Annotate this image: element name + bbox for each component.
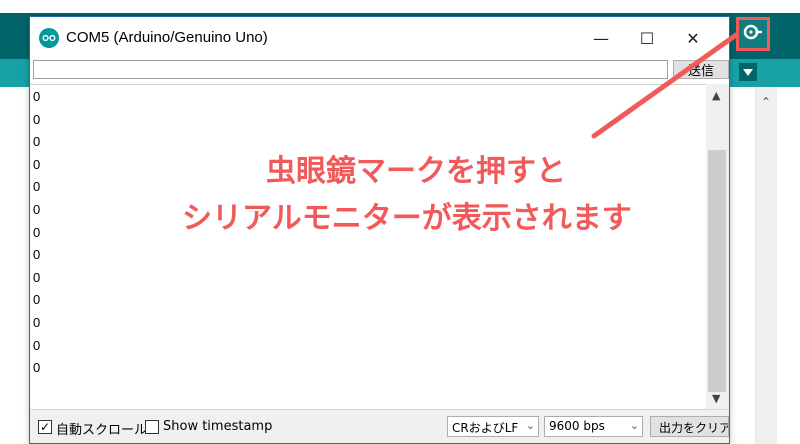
annotation-line-2: シリアルモニターが表示されます	[182, 201, 632, 236]
annotation-line-1: 虫眼鏡マークを押すと	[266, 154, 566, 189]
